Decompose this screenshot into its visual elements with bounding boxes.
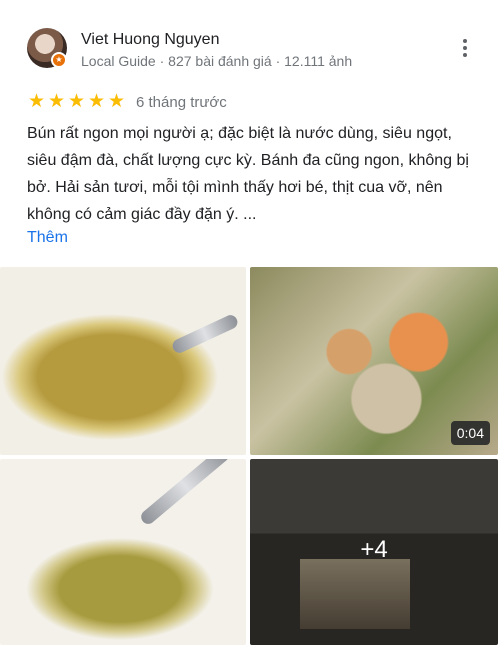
review-photo-more[interactable]: +4: [250, 459, 498, 645]
more-photos-count: +4: [360, 536, 388, 563]
more-options-button[interactable]: [453, 34, 477, 62]
star-icon: ★: [27, 91, 46, 112]
star-rating: ★ ★ ★ ★ ★: [27, 92, 126, 112]
more-link[interactable]: Thêm: [27, 224, 68, 251]
star-icon: ★: [87, 91, 106, 112]
review-text: Bún rất ngon mọi người ạ; đặc biệt là nư…: [27, 125, 469, 223]
more-vert-icon: [463, 39, 467, 43]
review-header: ★ Viet Huong Nguyen Local Guide · 827 bà…: [27, 28, 477, 72]
video-duration: 0:04: [450, 421, 490, 445]
star-icon: ★: [107, 91, 126, 112]
local-guide-badge-icon: ★: [51, 52, 67, 68]
reviewer-name[interactable]: Viet Huong Nguyen: [81, 31, 219, 49]
star-icon: ★: [47, 91, 66, 112]
review-photo-2[interactable]: [0, 459, 246, 645]
spoon-graphic: [170, 312, 240, 356]
spoon-graphic: [138, 459, 232, 527]
review-time: 6 tháng trước: [136, 93, 227, 111]
rating-row: ★ ★ ★ ★ ★ 6 tháng trước: [27, 92, 227, 112]
review-photo-1[interactable]: [0, 267, 246, 455]
reviewer-meta: Local Guide · 827 bài đánh giá · 12.111 …: [81, 53, 353, 69]
review-video[interactable]: 0:04: [250, 267, 498, 455]
star-icon: ★: [67, 91, 86, 112]
